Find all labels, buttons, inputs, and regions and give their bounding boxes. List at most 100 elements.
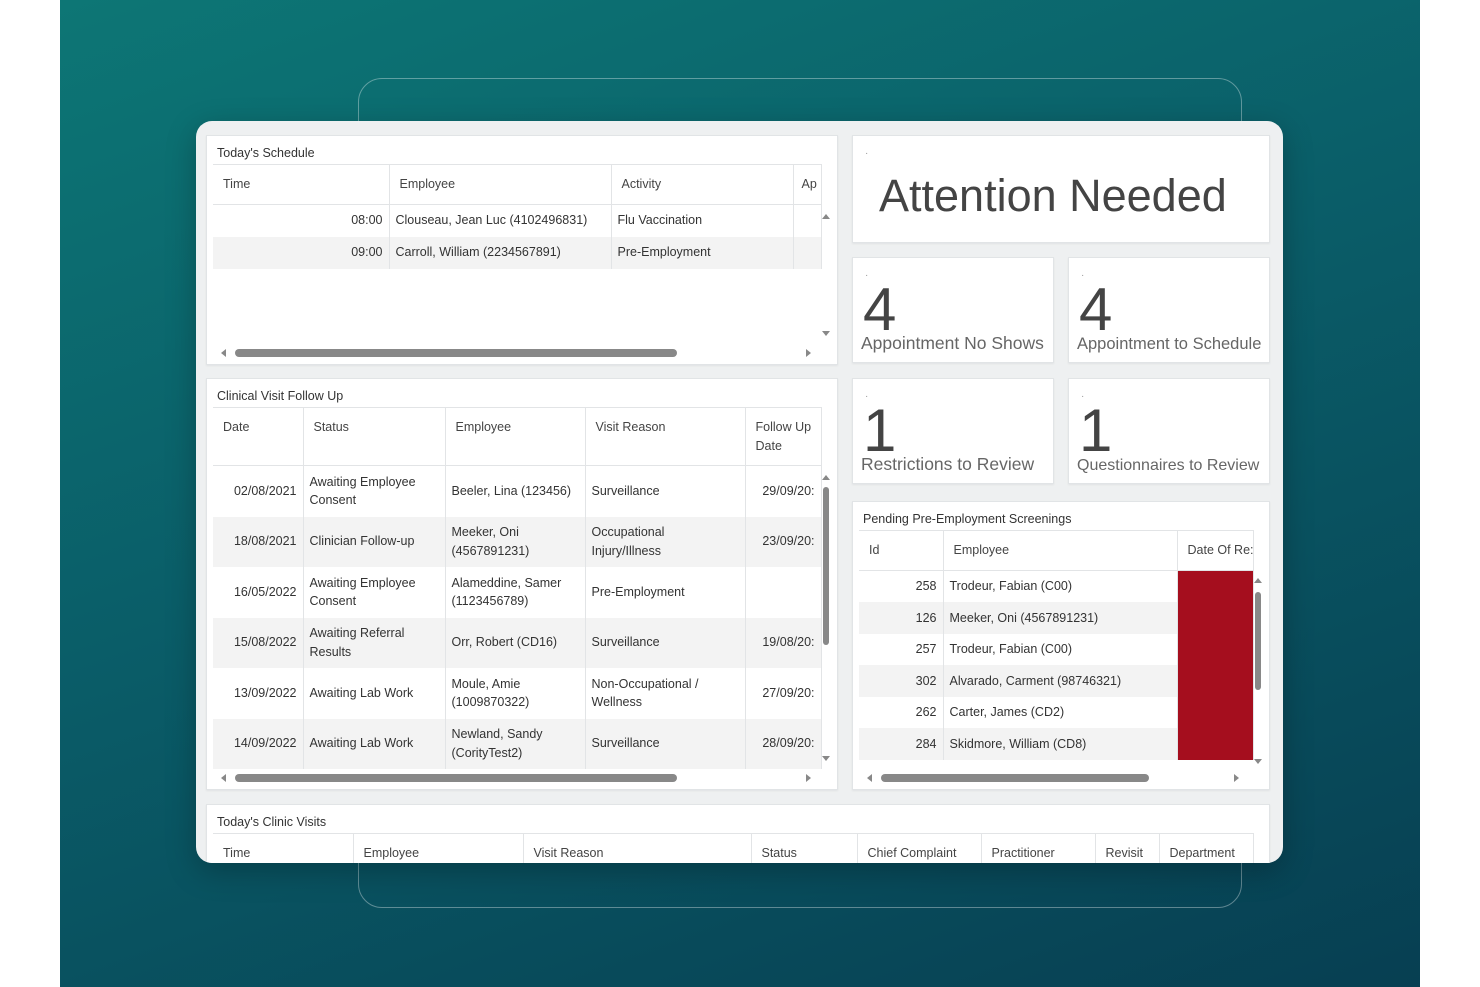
- cell-visit-reason: Occupational Injury/Illness: [585, 516, 746, 567]
- cell-line: Surveillance: [591, 635, 660, 650]
- column-header-activity[interactable]: Activity: [611, 164, 794, 205]
- tile-label: Questionnaires to Review: [1077, 457, 1260, 474]
- screenings-horizontal-scrollbar[interactable]: [867, 773, 1239, 783]
- column-header-status[interactable]: Status: [303, 407, 446, 466]
- column-header-time[interactable]: Time: [213, 833, 354, 863]
- attention-title: Attention Needed: [879, 170, 1227, 221]
- cell-line: Awaiting Referral: [309, 626, 405, 640]
- cell-id: 257: [859, 633, 944, 666]
- scroll-right-arrow-icon[interactable]: [806, 349, 811, 357]
- table-row[interactable]: 14/09/2022 Awaiting Lab Work Newland, Sand…: [213, 718, 822, 769]
- column-header-id[interactable]: Id: [859, 530, 944, 571]
- date-of-request-highlight: [1177, 570, 1254, 761]
- scroll-right-arrow-icon[interactable]: [1234, 774, 1239, 782]
- cell-line: (1009870322): [451, 695, 530, 710]
- tile-count: 1: [1079, 397, 1113, 464]
- cell-line: Orr, Robert (CD16): [451, 635, 558, 650]
- schedule-vertical-scrollbar[interactable]: [821, 214, 831, 336]
- followup-table: Date Status Employee Visit Reason Follow…: [213, 407, 822, 466]
- followup-horizontal-scrollbar[interactable]: [221, 773, 811, 783]
- scroll-down-arrow-icon[interactable]: [822, 331, 830, 336]
- cell-line: Wellness: [591, 695, 642, 710]
- column-header-department[interactable]: Department: [1159, 833, 1254, 863]
- column-header-employee[interactable]: Employee: [445, 407, 586, 466]
- table-row[interactable]: 258 Trodeur, Fabian (C00): [859, 570, 1254, 761]
- table-row[interactable]: 16/05/2022 Awaiting Employee Consent Alamed…: [213, 567, 822, 618]
- table-row[interactable]: 09:00 Carroll, William (2234567891) Pre-…: [213, 236, 822, 269]
- column-header-employee[interactable]: Employee: [943, 530, 1178, 571]
- cell-date: 18/08/2021: [213, 516, 304, 567]
- scroll-up-arrow-icon[interactable]: [1254, 578, 1262, 583]
- cell-line: 15/08/2022: [233, 635, 297, 650]
- table-row[interactable]: 02/08/2021 Awaiting Employee Consent Beeler…: [213, 466, 822, 517]
- cell-line: Injury/Illness: [591, 543, 661, 558]
- scroll-thumb[interactable]: [823, 487, 829, 645]
- column-header-employee[interactable]: Employee: [389, 164, 612, 205]
- cell-line: Surveillance: [591, 483, 660, 498]
- cell-line: Non-Occupational /: [591, 676, 699, 691]
- column-header-follow-up-date[interactable]: Follow Up Date: [745, 407, 822, 466]
- cell-line: 18/08/2021: [233, 534, 297, 549]
- cell-employee: Skidmore, William (CD8): [943, 728, 1178, 761]
- tile-appointment-to-schedule[interactable]: · 4 Appointment to Schedule: [1068, 257, 1270, 363]
- cell-visit-reason: Surveillance: [585, 466, 746, 517]
- table-row[interactable]: 18/08/2021 Clinician Follow-up Meeker, Oni…: [213, 516, 822, 567]
- column-header-date[interactable]: Date: [213, 407, 304, 466]
- column-header-chief-complaint[interactable]: Chief Complaint: [857, 833, 982, 863]
- dashboard-card: Today's Schedule Time Employee Activity …: [196, 121, 1283, 863]
- column-header-practitioner[interactable]: Practitioner: [981, 833, 1096, 863]
- table-row[interactable]: 08:00 Clouseau, Jean Luc (4102496831) Fl…: [213, 204, 822, 237]
- tile-label: Appointment to Schedule: [1077, 335, 1262, 353]
- tile-appointment-no-shows[interactable]: · 4 Appointment No Shows: [852, 257, 1054, 363]
- scroll-thumb[interactable]: [235, 774, 677, 782]
- cell-follow-up-date: 28/09/20:: [745, 718, 822, 769]
- scroll-down-arrow-icon[interactable]: [1254, 759, 1262, 764]
- scroll-left-arrow-icon[interactable]: [221, 774, 226, 782]
- screenings-table: Id Employee Date Of Re: 258 Trodeur, Fabi…: [859, 530, 1254, 761]
- cell-id: 302: [859, 665, 944, 697]
- cell-employee: Newland, Sandy (CorityTest2): [445, 718, 586, 769]
- scroll-thumb[interactable]: [881, 774, 1149, 782]
- schedule-horizontal-scrollbar[interactable]: [221, 348, 811, 358]
- table-row[interactable]: 15/08/2022 Awaiting Referral Results Orr, R…: [213, 617, 822, 668]
- column-header-ap[interactable]: Ap: [793, 164, 822, 205]
- tile-questionnaires-to-review[interactable]: · 1 Questionnaires to Review: [1068, 378, 1270, 484]
- cell-employee: Beeler, Lina (123456): [445, 466, 586, 517]
- column-header-revisit[interactable]: Revisit: [1095, 833, 1160, 863]
- scroll-up-arrow-icon[interactable]: [822, 214, 830, 219]
- column-header-visit-reason[interactable]: Visit Reason: [585, 407, 746, 466]
- cell-line: 13/09/2022: [233, 685, 297, 700]
- column-header-date-of-request[interactable]: Date Of Re:: [1177, 530, 1254, 571]
- followup-vertical-scrollbar[interactable]: [821, 475, 831, 761]
- column-header-employee[interactable]: Employee: [353, 833, 524, 863]
- schedule-table: Time Employee Activity Ap 08:00 Clouseau…: [213, 164, 822, 269]
- cell-line: (4567891231): [451, 543, 530, 558]
- cell-line: 02/08/2021: [233, 483, 297, 498]
- tile-label: Restrictions to Review: [861, 454, 1035, 474]
- column-header-time[interactable]: Time: [213, 164, 390, 205]
- tile-restrictions-to-review[interactable]: · 1 Restrictions to Review: [852, 378, 1054, 484]
- cell-line: 19/08/20:: [762, 635, 815, 650]
- cell-employee: Alameddine, Samer (1123456789): [445, 567, 586, 618]
- scroll-right-arrow-icon[interactable]: [806, 774, 811, 782]
- cell-employee: Orr, Robert (CD16): [445, 617, 586, 668]
- scroll-up-arrow-icon[interactable]: [822, 475, 830, 480]
- scroll-down-arrow-icon[interactable]: [822, 756, 830, 761]
- cell-employee: Meeker, Oni (4567891231): [445, 516, 586, 567]
- column-header-visit-reason[interactable]: Visit Reason: [523, 833, 752, 863]
- tile-label: Appointment No Shows: [861, 333, 1044, 353]
- cell-line: Awaiting Lab Work: [309, 736, 414, 751]
- cell-line: Alameddine, Samer: [451, 575, 562, 590]
- cell-line: Clinician Follow-up: [309, 534, 415, 549]
- table-row[interactable]: 13/09/2022 Awaiting Lab Work Moule, Amie (1…: [213, 668, 822, 719]
- scroll-thumb[interactable]: [235, 349, 677, 357]
- panel-marker: ·: [865, 148, 869, 159]
- todays-clinic-visits-panel: Today's Clinic Visits Time Employee Visi…: [206, 804, 1270, 863]
- column-header-status[interactable]: Status: [751, 833, 858, 863]
- cell-employee: Trodeur, Fabian (C00): [943, 570, 1178, 603]
- cell-line: Consent: [309, 493, 357, 508]
- scroll-left-arrow-icon[interactable]: [221, 349, 226, 357]
- screenings-vertical-scrollbar[interactable]: [1253, 578, 1263, 764]
- scroll-left-arrow-icon[interactable]: [867, 774, 872, 782]
- scroll-thumb[interactable]: [1255, 592, 1261, 690]
